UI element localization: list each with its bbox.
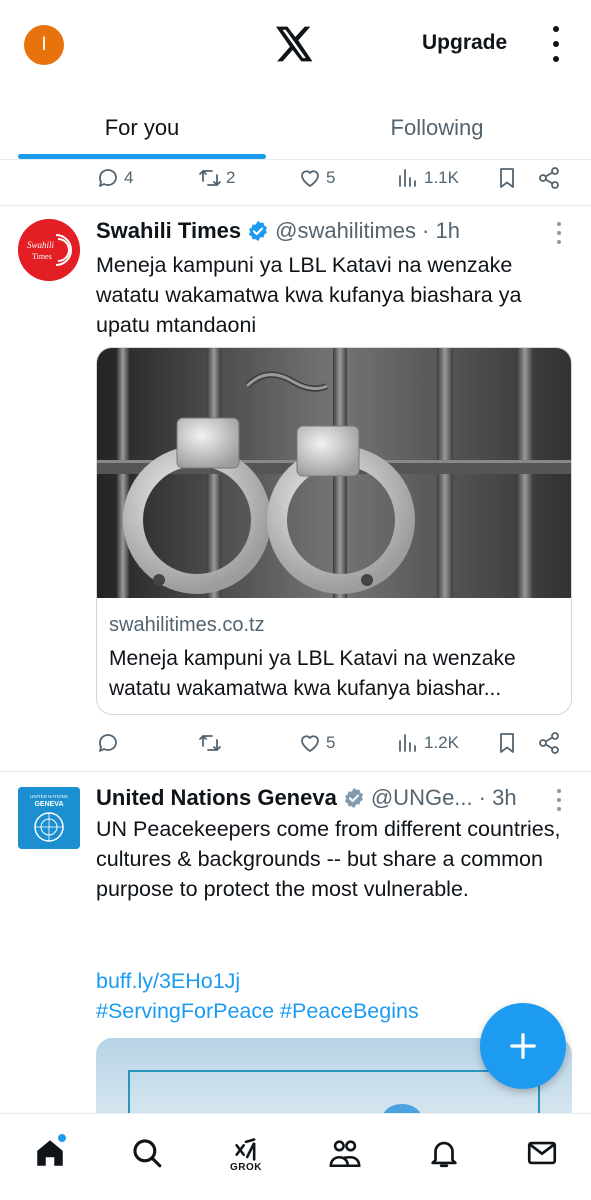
share-button[interactable] [537,158,561,198]
views-icon [399,734,416,752]
post-more-icon[interactable] [557,789,563,811]
post-time: · 3h [478,785,517,810]
like-count: 5 [326,168,336,187]
svg-text:UNITED NATIONS: UNITED NATIONS [30,794,68,799]
nav-notifications[interactable] [424,1136,464,1180]
repost-count: 2 [226,168,236,187]
bookmark-icon [500,168,514,188]
card-domain: swahilitimes.co.tz [109,614,265,636]
nav-home[interactable] [30,1136,70,1180]
heart-icon [301,170,319,187]
grok-icon [235,1138,256,1161]
author-name[interactable]: Swahili Times [96,218,241,244]
like-button[interactable]: 5 [298,723,335,763]
post-divider [0,205,591,206]
post-text: Meneja kampuni ya LBL Katavi na wenzake … [96,253,522,337]
author-handle[interactable]: @swahilitimes [275,218,416,244]
bookmark-button[interactable] [495,723,519,763]
nav-search[interactable] [127,1136,167,1180]
more-vertical-icon[interactable] [548,26,564,62]
bell-icon [431,1141,457,1168]
post-text: UN Peacekeepers come from different coun… [96,817,561,901]
reply-icon [99,734,117,752]
views-button[interactable]: 1.2K [396,723,459,763]
swahili-times-avatar[interactable]: Swahili Times [18,219,80,281]
people-icon [329,1140,361,1168]
search-icon [133,1139,162,1168]
views-button[interactable]: 1.1K [396,158,459,198]
author-handle[interactable]: @UNGe... [371,785,473,811]
share-icon [539,732,559,754]
nav-grok[interactable]: GROK [226,1136,266,1180]
plus-icon [510,1033,536,1059]
nav-messages[interactable] [522,1136,562,1180]
views-count: 1.2K [424,733,459,752]
repost-icon [199,170,221,186]
svg-text:GENEVA: GENEVA [34,801,63,808]
nav-communities[interactable] [325,1136,365,1180]
like-button[interactable]: 5 [298,158,335,198]
post-time: · 1h [422,218,460,243]
upgrade-button[interactable]: Upgrade [422,31,507,55]
share-icon [539,167,559,189]
bottom-navigation: GROK [0,1113,591,1200]
repost-button[interactable]: 2 [198,158,235,198]
like-count: 5 [326,733,336,752]
reply-button[interactable]: 4 [96,158,133,198]
un-emblem-logo: UNITED NATIONS GENEVA [18,787,80,849]
profile-avatar[interactable]: I [24,25,64,65]
post-link[interactable]: buff.ly/3EHo1Jj [96,966,566,996]
post-header: Swahili Times @swahilitimes · 1h [96,216,460,246]
top-bar: I Upgrade [0,0,591,92]
post-actions: 5 1.2K [0,723,591,763]
post-actions: 4 2 5 1.1K [0,158,591,198]
swahili-times-logo: Swahili Times [18,219,80,281]
author-name[interactable]: United Nations Geneva [96,785,337,811]
handcuffs-image [97,348,571,598]
grok-label: GROK [230,1162,262,1173]
compose-button[interactable] [480,1003,566,1089]
link-card[interactable]: swahilitimes.co.tz Meneja kampuni ya LBL… [96,347,572,715]
un-geneva-avatar[interactable]: UNITED NATIONS GENEVA [18,787,80,849]
tab-for-you[interactable]: For you [18,96,266,160]
card-title: Meneja kampuni ya LBL Katavi na wenzake … [109,647,516,700]
post-divider [0,771,591,772]
media-frame [128,1070,540,1118]
tab-following[interactable]: Following [306,96,568,160]
reply-button[interactable] [96,723,124,763]
feed-tabs: For you Following [0,96,591,160]
svg-text:Swahili: Swahili [27,240,55,250]
x-logo-icon[interactable] [276,26,314,62]
bookmark-icon [500,733,514,753]
post-more-icon[interactable] [557,222,563,244]
repost-button[interactable] [198,723,226,763]
reply-icon [99,169,117,187]
avatar-initial: I [41,34,47,55]
mail-icon [527,1141,557,1165]
reply-count: 4 [124,168,134,187]
bookmark-button[interactable] [495,158,519,198]
verified-badge-icon [344,787,363,809]
views-icon [399,169,416,187]
svg-text:Times: Times [32,252,52,261]
heart-icon [301,735,319,752]
views-count: 1.1K [424,168,459,187]
repost-icon [199,735,221,751]
share-button[interactable] [537,723,561,763]
verified-badge-icon [249,220,268,242]
post-header: United Nations Geneva @UNGe... · 3h [96,783,517,813]
notification-dot [57,1133,67,1143]
